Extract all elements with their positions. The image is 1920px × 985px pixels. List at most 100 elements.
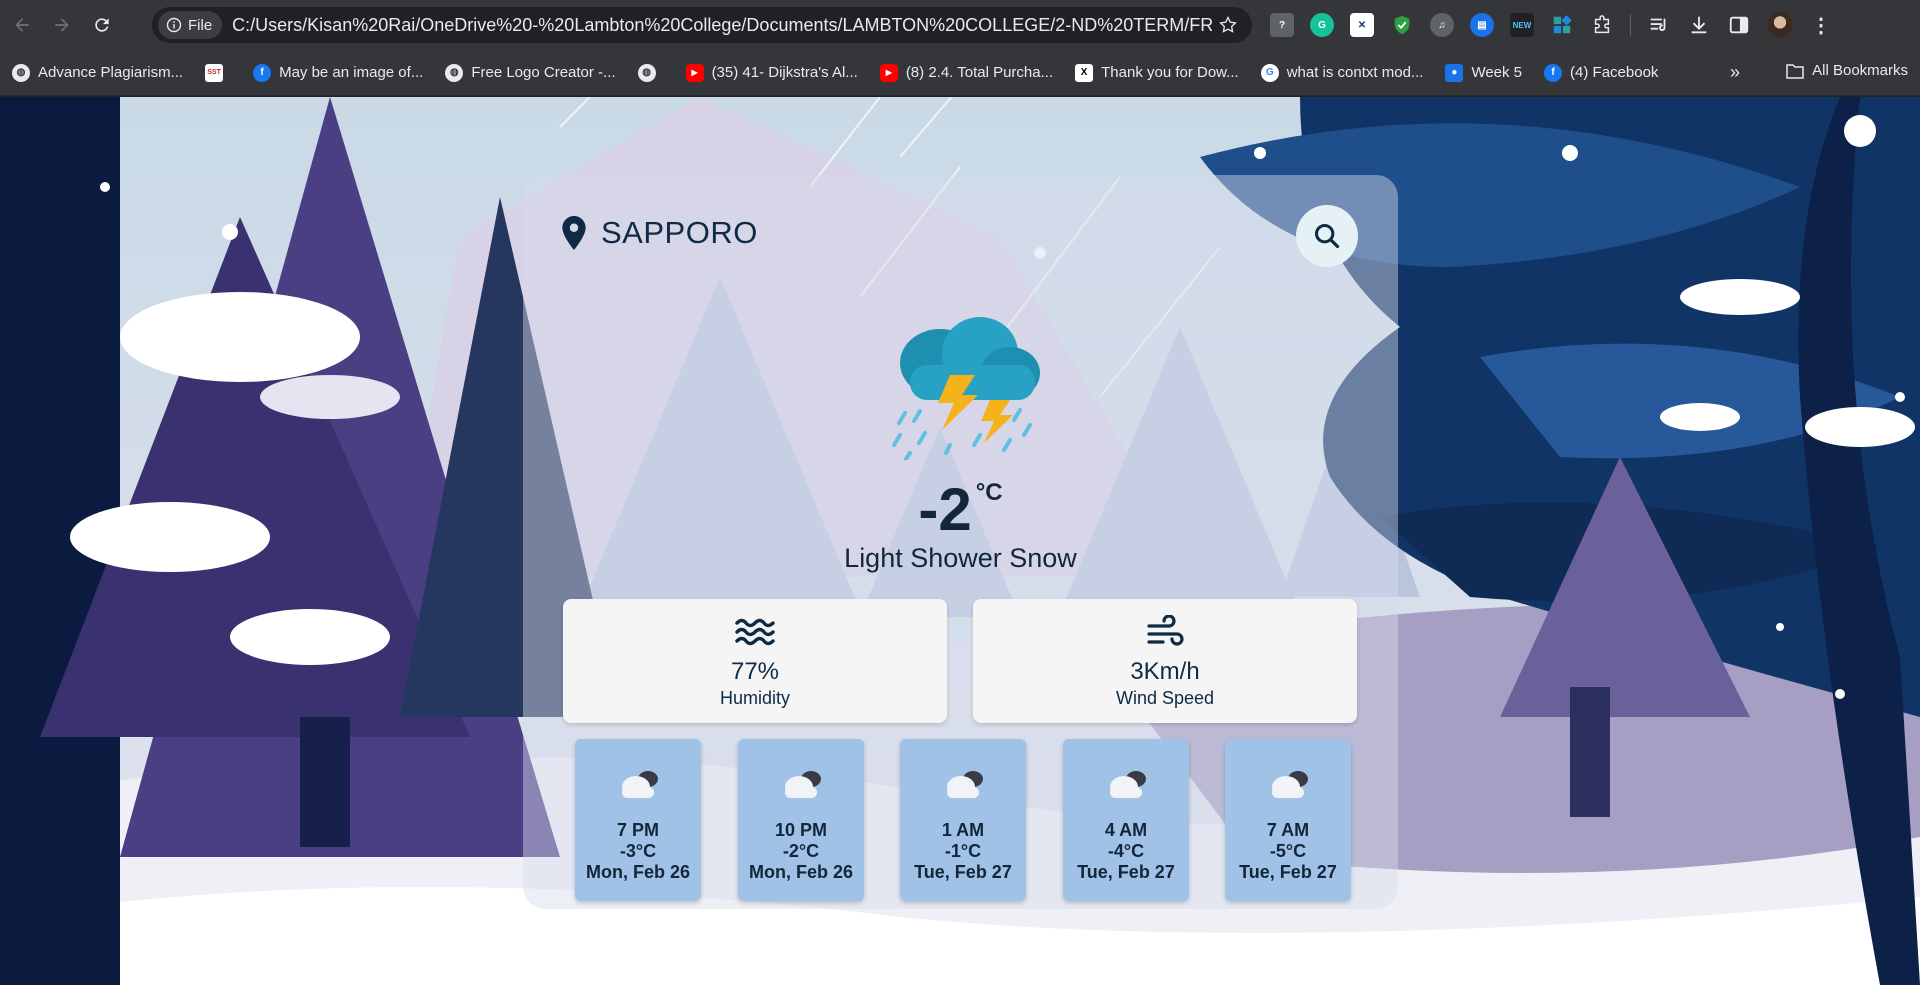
back-button[interactable]	[4, 7, 40, 43]
search-button[interactable]	[1296, 205, 1358, 267]
bookmark-item[interactable]: ◍ Advance Plagiarism...	[12, 63, 183, 82]
unknown-extension-icon[interactable]: ?	[1270, 13, 1294, 37]
all-bookmarks-button[interactable]: All Bookmarks	[1786, 62, 1908, 79]
bookmark-label: May be an image of...	[279, 64, 424, 81]
forecast-temp: -5°C	[1269, 841, 1307, 861]
bookmark-label: (4) Facebook	[1570, 64, 1659, 81]
bookmark-item[interactable]: ▶ (35) 41- Dijkstra's Al...	[685, 63, 858, 82]
classroom-icon: ●	[1445, 63, 1464, 82]
extensions-puzzle-icon[interactable]	[1590, 13, 1614, 37]
forecast-item: 4 AM -4°C Tue, Feb 27	[1063, 739, 1189, 901]
puzzle-app-icon[interactable]	[1550, 13, 1574, 37]
side-panel-icon[interactable]	[1727, 13, 1751, 37]
cloudy-night-icon	[1110, 771, 1146, 798]
temperature-value: -2	[918, 476, 972, 543]
globe-icon: ◍	[12, 63, 30, 82]
location-header: SAPPORO	[561, 215, 758, 251]
forecast-temp: -3°C	[619, 841, 657, 861]
docs-extension-icon[interactable]: ▤	[1470, 13, 1494, 37]
x-icon: X	[1075, 63, 1094, 82]
forecast-temp: -4°C	[1107, 841, 1145, 861]
forecast-date: Tue, Feb 27	[914, 862, 1012, 882]
cloudy-night-icon	[947, 771, 983, 798]
humidity-value: 77%	[730, 658, 780, 685]
youtube-icon: ▶	[879, 63, 898, 82]
reload-button[interactable]	[84, 7, 120, 43]
temperature-unit: °C	[975, 479, 1003, 506]
humidity-label: Humidity	[719, 688, 790, 708]
wind-speed-value: 3Km/h	[1130, 658, 1200, 685]
cloudy-night-icon	[622, 771, 658, 798]
music-extension-icon[interactable]: ♫	[1430, 13, 1454, 37]
forecast-item: 7 PM -3°C Mon, Feb 26	[575, 739, 701, 901]
bookmark-label: what is contxt mod...	[1286, 64, 1424, 81]
profile-avatar[interactable]	[1767, 12, 1793, 38]
globe-icon: ◍	[637, 63, 656, 82]
forecast-time: 7 PM	[616, 820, 659, 840]
forecast-time: 10 PM	[774, 820, 828, 840]
bookmark-item[interactable]: ▶ (8) 2.4. Total Purcha...	[879, 63, 1054, 82]
humidity-waves-icon	[735, 618, 775, 646]
bookmark-item[interactable]: f May be an image of...	[253, 63, 424, 82]
shield-extension-icon[interactable]	[1390, 13, 1414, 37]
weather-description: Light Shower Snow	[844, 543, 1077, 573]
download-icon[interactable]	[1687, 13, 1711, 37]
wind-icon	[1147, 614, 1184, 646]
browser-toolbar: File C:/Users/Kisan%20Rai/OneDrive%20-%2…	[0, 0, 1920, 50]
reload-icon	[95, 18, 109, 32]
folder-icon	[1786, 63, 1804, 79]
bookmark-star-icon[interactable]	[1218, 15, 1238, 35]
forecast-time: 7 AM	[1266, 820, 1310, 840]
bookmark-item[interactable]: Gwhat is contxt mod...	[1260, 63, 1424, 82]
search-icon	[1314, 223, 1340, 249]
bookmark-item[interactable]: SST	[205, 63, 231, 82]
globe-icon: ◍	[445, 63, 464, 82]
forecast-temp: -1°C	[944, 841, 982, 861]
bookmark-item[interactable]: X Thank you for Dow...	[1075, 63, 1239, 82]
site-info-chip[interactable]: File	[158, 11, 223, 39]
forecast-date: Mon, Feb 26	[585, 862, 690, 882]
forecast-time: 1 AM	[941, 820, 985, 840]
wind-speed-card: 3Km/h Wind Speed	[973, 599, 1357, 723]
url-text[interactable]: C:/Users/Kisan%20Rai/OneDrive%20-%20Lamb…	[232, 15, 1212, 36]
forecast-item: 7 AM -5°C Tue, Feb 27	[1225, 739, 1351, 901]
grammarly-icon[interactable]: G	[1310, 13, 1334, 37]
bookmark-label: Free Logo Creator -...	[471, 64, 616, 81]
youtube-icon: ▶	[685, 63, 704, 82]
new-extension-icon[interactable]: NEW	[1510, 13, 1534, 37]
forecast-date: Tue, Feb 27	[1239, 862, 1337, 882]
bookmark-label: Thank you for Dow...	[1101, 64, 1239, 81]
address-bar[interactable]: File C:/Users/Kisan%20Rai/OneDrive%20-%2…	[152, 7, 1252, 43]
forward-button[interactable]	[44, 7, 80, 43]
weather-app-page: SAPPORO -2 °C Light Shower Snow 77% Humi…	[0, 97, 1920, 985]
bookmark-label: (35) 41- Dijkstra's Al...	[711, 64, 858, 81]
bookmark-item[interactable]: f (4) Facebook	[1544, 63, 1659, 82]
bookmark-item[interactable]: ● Week 5	[1445, 63, 1523, 82]
bookmark-label: (8) 2.4. Total Purcha...	[905, 64, 1054, 81]
facebook-icon: f	[253, 63, 272, 82]
bookmark-item[interactable]: ◍	[637, 63, 664, 82]
forecast-temp: -2°C	[782, 841, 820, 861]
menu-kebab-icon[interactable]: ⋮	[1809, 13, 1833, 37]
bookmark-label: Week 5	[1471, 64, 1523, 81]
bookmark-item[interactable]: ◍ Free Logo Creator -...	[445, 63, 616, 82]
info-icon	[166, 17, 182, 33]
more-bookmarks-button[interactable]: »	[1730, 62, 1740, 83]
forecast-item: 10 PM -2°C Mon, Feb 26	[738, 739, 864, 901]
weather-card: SAPPORO -2 °C Light Shower Snow 77% Humi…	[523, 175, 1398, 909]
arrow-right-icon	[55, 18, 69, 32]
extensions-bar: ? G ✕ ♫ ▤ NEW ⋮	[1270, 10, 1833, 40]
x-extension-icon[interactable]: ✕	[1350, 13, 1374, 37]
media-control-icon[interactable]	[1647, 13, 1671, 37]
wind-speed-label: Wind Speed	[1115, 688, 1215, 708]
bookmarks-bar: ◍ Advance Plagiarism... SST f May be an im…	[0, 50, 1920, 96]
forecast-item: 1 AM -1°C Tue, Feb 27	[900, 739, 1026, 901]
all-bookmarks-label: All Bookmarks	[1812, 62, 1908, 79]
forecast-date: Tue, Feb 27	[1077, 862, 1175, 882]
forecast-time: 4 AM	[1104, 820, 1148, 840]
file-chip-label: File	[188, 16, 213, 34]
sst-icon: SST	[205, 63, 224, 82]
humidity-card: 77% Humidity	[563, 599, 947, 723]
location-pin-icon	[562, 216, 586, 250]
city-name: SAPPORO	[601, 215, 758, 250]
